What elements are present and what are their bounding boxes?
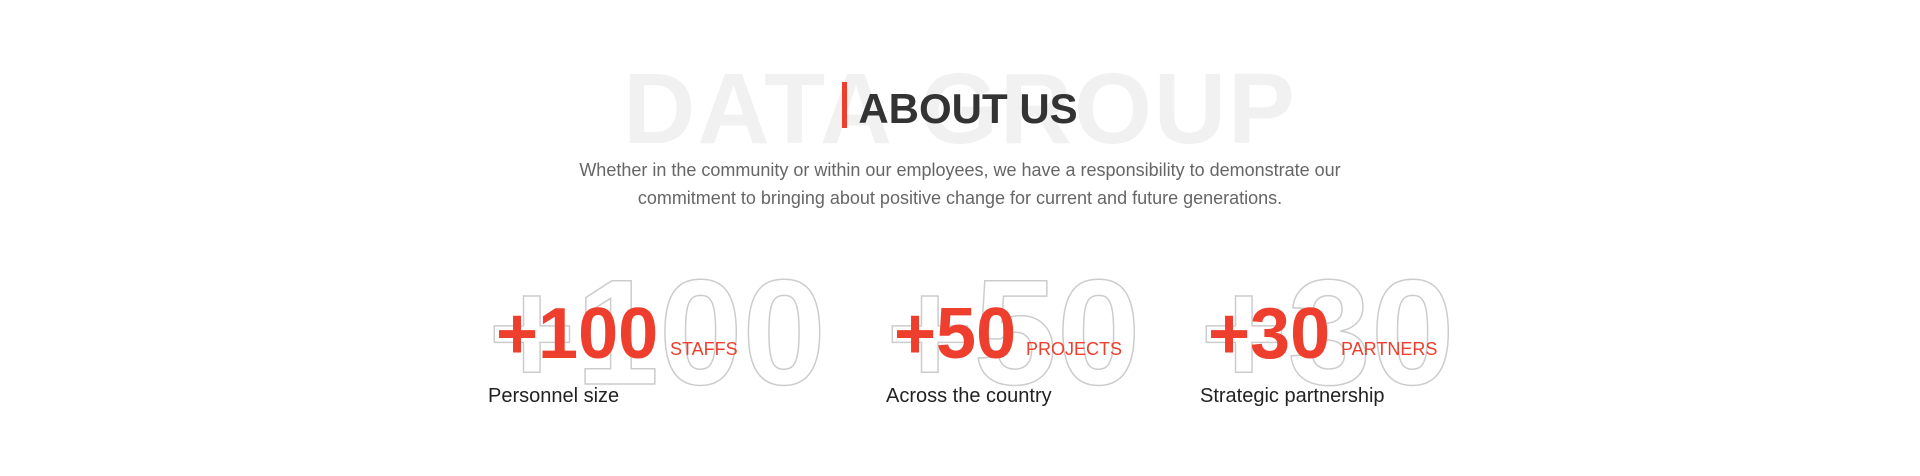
- stat-label: Personnel size: [488, 385, 620, 407]
- stat-unit: PROJECTS: [1026, 339, 1123, 359]
- stat-value: +30: [1208, 294, 1331, 374]
- stat-label: Strategic partnership: [1200, 385, 1385, 407]
- title-accent-bar: [842, 82, 848, 128]
- section-title: ABOUT US: [0, 82, 1920, 134]
- stat-unit: STAFFS: [670, 339, 738, 359]
- about-section: DATA GROUP ABOUT US Whether in the commu…: [0, 0, 1920, 476]
- stat-label: Across the country: [886, 385, 1052, 407]
- stat-value: +100: [496, 294, 659, 374]
- section-header: DATA GROUP ABOUT US: [0, 54, 1920, 164]
- stat-unit: PARTNERS: [1341, 339, 1438, 359]
- section-title-text: ABOUT US: [858, 85, 1078, 132]
- section-description: Whether in the community or within our e…: [579, 160, 1341, 208]
- stat-value: +50: [894, 294, 1017, 374]
